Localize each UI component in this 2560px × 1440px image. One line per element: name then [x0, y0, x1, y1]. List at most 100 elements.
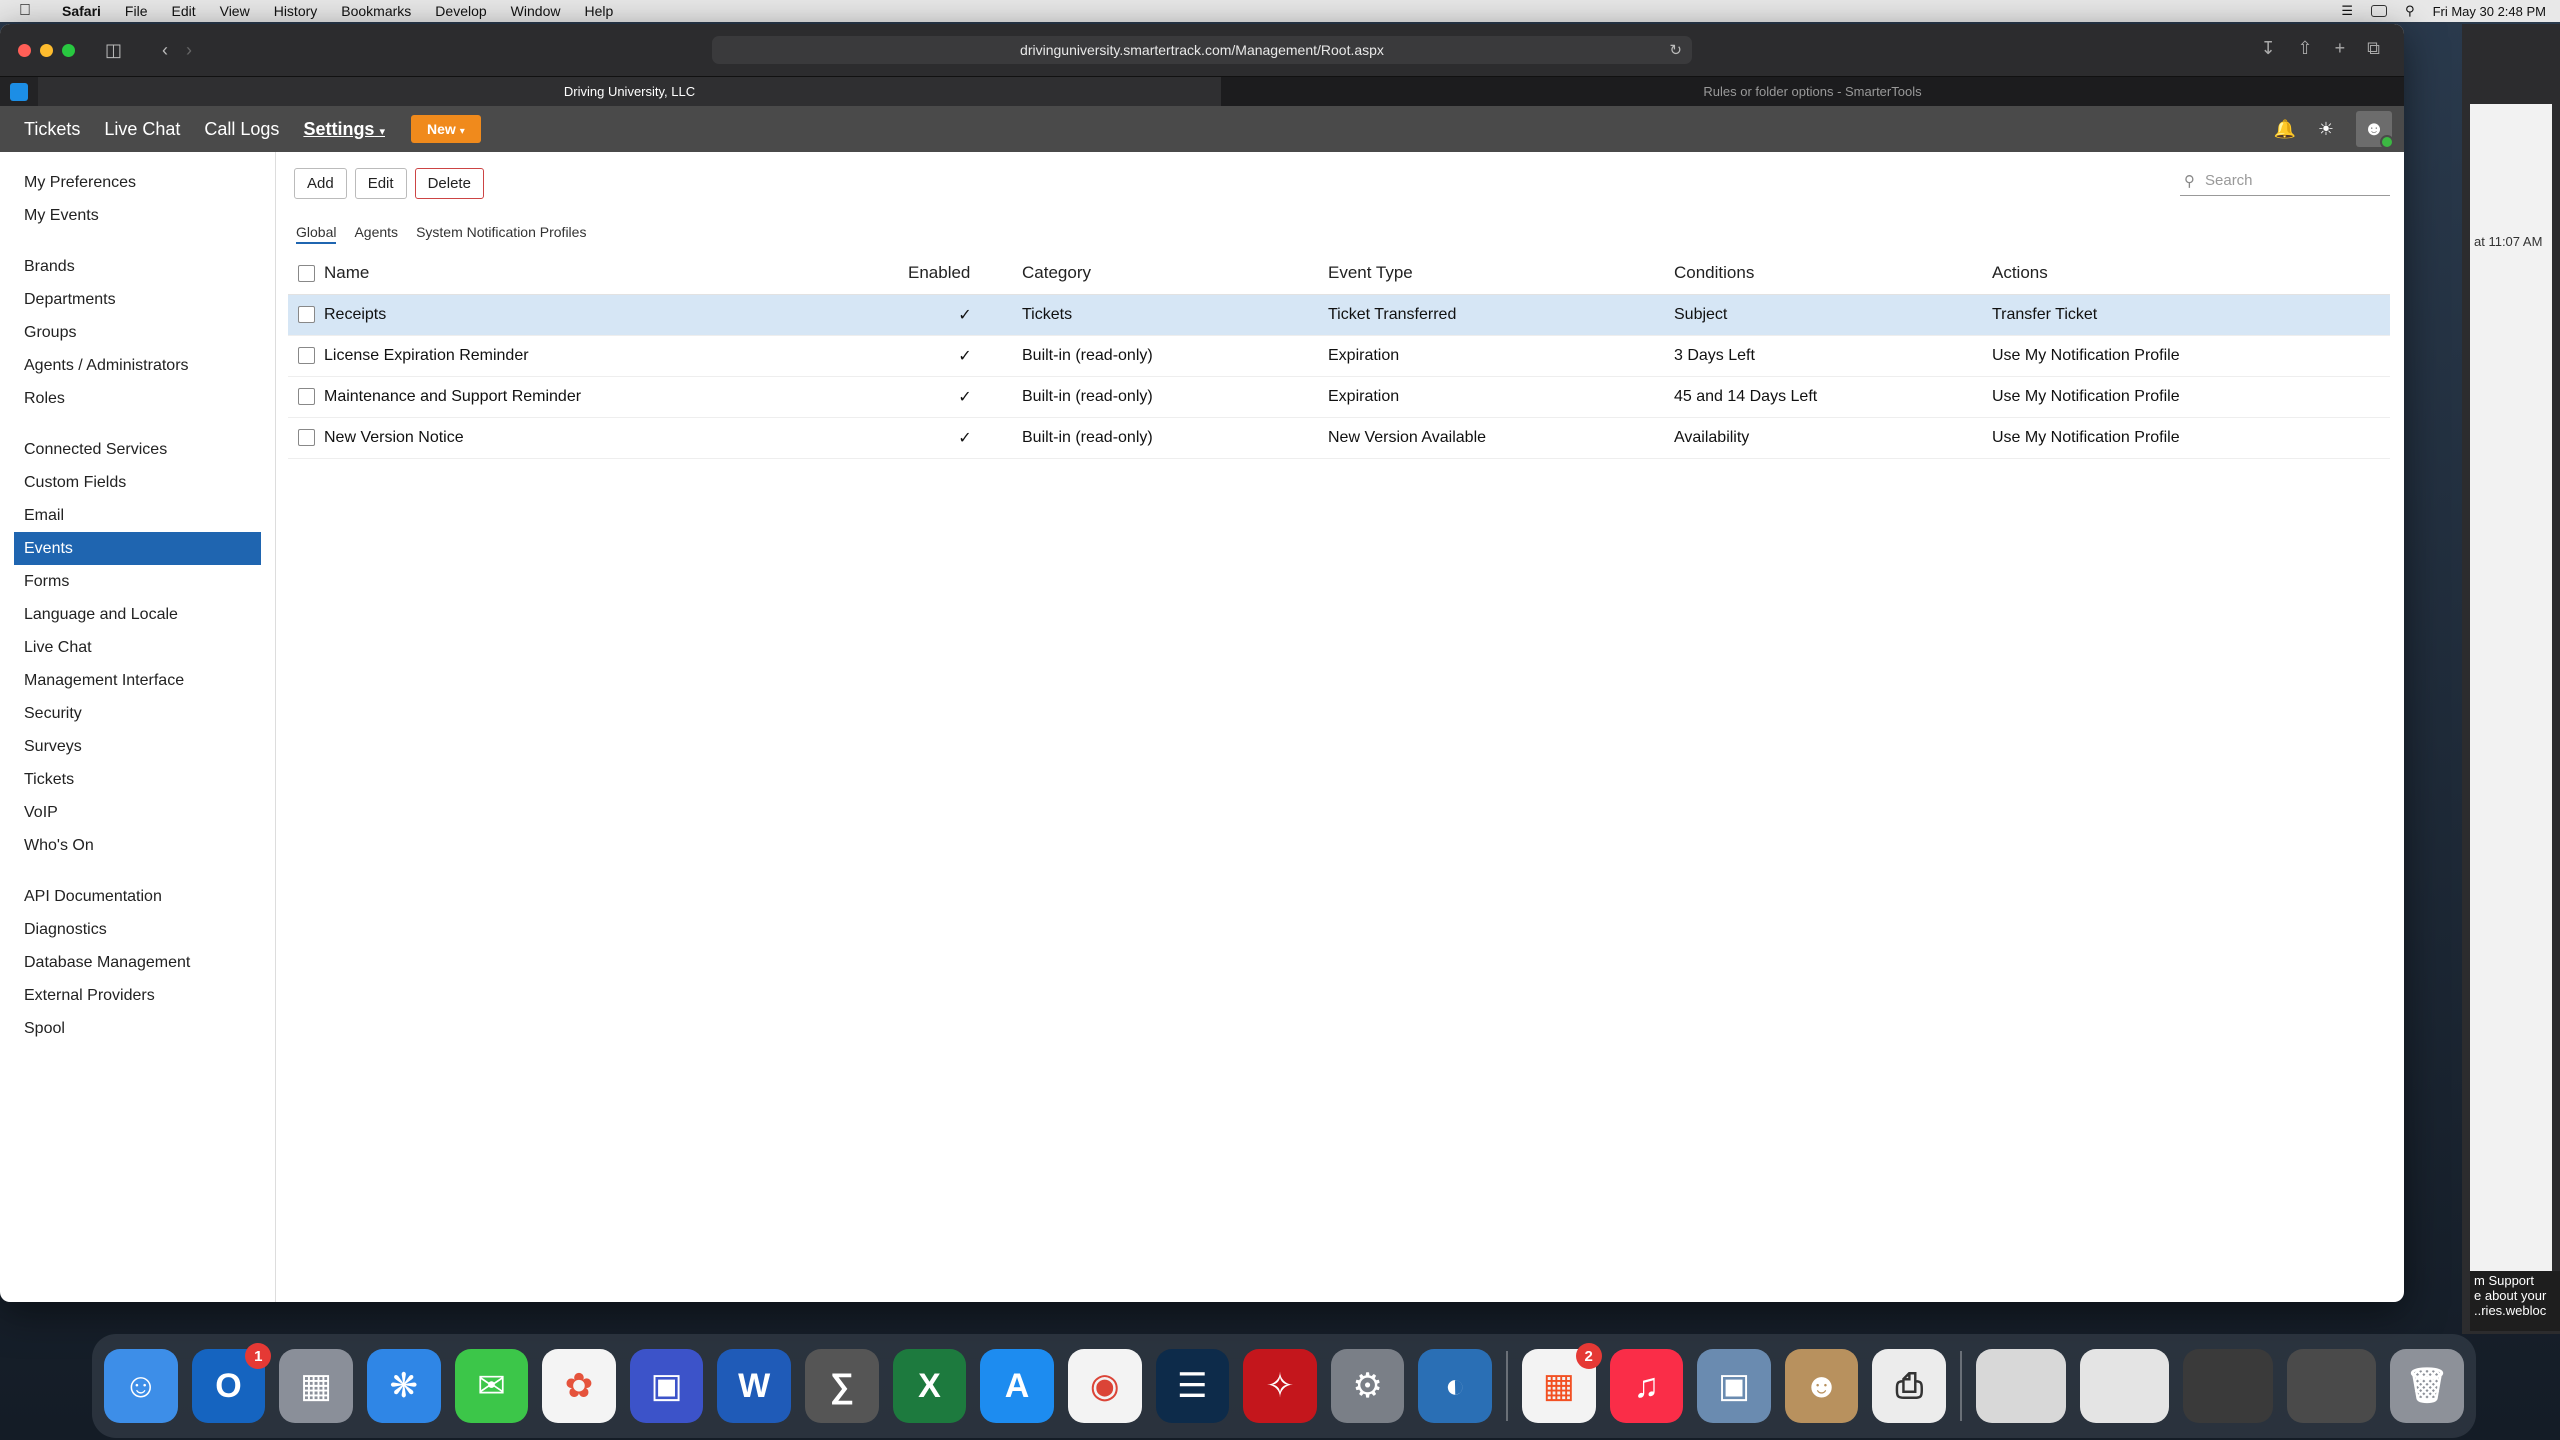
- address-bar[interactable]: drivinguniversity.smartertrack.com/Manag…: [712, 36, 1692, 64]
- app-store-icon[interactable]: A: [980, 1349, 1054, 1423]
- table-row[interactable]: License Expiration Reminder ✓ Built-in (…: [288, 335, 2390, 377]
- col-conditions-header[interactable]: Conditions: [1674, 252, 1992, 295]
- tab-agents[interactable]: Agents: [354, 224, 398, 244]
- sidebar-item-voip[interactable]: VoIP: [0, 796, 261, 829]
- theme-sun-icon[interactable]: ☀: [2318, 119, 2334, 140]
- calculator-icon[interactable]: ∑: [805, 1349, 879, 1423]
- launchpad-icon[interactable]: ▦: [279, 1349, 353, 1423]
- sidebar-item-spool[interactable]: Spool: [0, 1012, 261, 1045]
- sidebar-item-live-chat[interactable]: Live Chat: [0, 631, 261, 664]
- menubar-clock[interactable]: Fri May 30 2:48 PM: [2433, 4, 2546, 19]
- table-row[interactable]: Maintenance and Support Reminder ✓ Built…: [288, 376, 2390, 418]
- outlook-icon[interactable]: O1: [191, 1343, 272, 1423]
- sidebar-item-database-management[interactable]: Database Management: [0, 946, 261, 979]
- minimized-window-thumb-4[interactable]: [2286, 1349, 2377, 1423]
- row-checkbox[interactable]: [298, 305, 315, 323]
- row-checkbox[interactable]: [298, 428, 315, 446]
- sidebar-toggle-icon[interactable]: ◫: [105, 40, 122, 61]
- messages-icon[interactable]: ✉: [454, 1349, 529, 1423]
- apple-menu-icon[interactable]: : [0, 2, 50, 20]
- nav-settings[interactable]: Settings ▾: [291, 119, 397, 140]
- downloads-icon[interactable]: ↧: [2260, 38, 2275, 59]
- forward-arrow-icon[interactable]: ›: [186, 40, 192, 61]
- row-checkbox[interactable]: [298, 387, 315, 405]
- sidebar-item-brands[interactable]: Brands: [0, 250, 261, 283]
- edit-button[interactable]: Edit: [354, 168, 407, 199]
- search-input[interactable]: Search: [2205, 172, 2253, 189]
- vpn-icon[interactable]: ☰: [1155, 1349, 1230, 1423]
- wifi-icon[interactable]: ☰: [2341, 3, 2353, 19]
- sidebar-item-forms[interactable]: Forms: [0, 565, 261, 598]
- sidebar-item-whos-on[interactable]: Who's On: [0, 829, 261, 862]
- acrobat-icon[interactable]: ✧: [1243, 1349, 1317, 1423]
- safari-icon[interactable]: ❋: [366, 1349, 441, 1423]
- sidebar-item-management-interface[interactable]: Management Interface: [0, 664, 261, 697]
- sidebar-item-security[interactable]: Security: [0, 697, 261, 730]
- menu-help[interactable]: Help: [572, 3, 625, 19]
- share-icon[interactable]: ⇧: [2298, 38, 2313, 59]
- network-utility-icon[interactable]: ◐: [1418, 1349, 1492, 1423]
- col-actions-header[interactable]: Actions: [1992, 252, 2390, 295]
- menu-develop[interactable]: Develop: [423, 3, 498, 19]
- sidebar-item-tickets[interactable]: Tickets: [0, 763, 261, 796]
- contacts-icon[interactable]: ☻: [1784, 1349, 1859, 1423]
- sidebar-item-email[interactable]: Email: [0, 499, 261, 532]
- user-avatar[interactable]: ☻: [2356, 111, 2394, 149]
- menu-history[interactable]: History: [262, 3, 330, 19]
- col-category-header[interactable]: Category: [1022, 252, 1328, 295]
- printer-icon[interactable]: ⎙: [1872, 1349, 1947, 1423]
- sidebar-item-api-documentation[interactable]: API Documentation: [0, 880, 261, 913]
- minimized-window-thumb-1[interactable]: [1976, 1349, 2066, 1423]
- nav-live-chat[interactable]: Live Chat: [92, 119, 192, 140]
- search-box[interactable]: ⚲ Search: [2180, 166, 2390, 196]
- menu-app-name[interactable]: Safari: [50, 3, 113, 19]
- sidebar-item-my-events[interactable]: My Events: [0, 199, 261, 232]
- sidebar-item-roles[interactable]: Roles: [0, 382, 261, 415]
- select-all-checkbox[interactable]: [298, 264, 315, 282]
- menu-bookmarks[interactable]: Bookmarks: [329, 3, 423, 19]
- trash-icon[interactable]: 🗑: [2390, 1349, 2464, 1423]
- microsoft-office-icon[interactable]: ▦ 2: [1521, 1343, 1602, 1423]
- col-enabled-header[interactable]: Enabled: [908, 252, 1022, 295]
- sidebar-item-groups[interactable]: Groups: [0, 316, 261, 349]
- system-settings-icon[interactable]: ⚙: [1330, 1349, 1405, 1423]
- menu-file[interactable]: File: [113, 3, 160, 19]
- sidebar-item-agents-administrators[interactable]: Agents / Administrators: [0, 349, 261, 382]
- minimized-window-thumb-2[interactable]: [2079, 1349, 2170, 1423]
- new-button[interactable]: New ▾: [411, 115, 481, 143]
- sidebar-item-external-providers[interactable]: External Providers: [0, 979, 261, 1012]
- sidebar-item-my-preferences[interactable]: My Preferences: [0, 166, 261, 199]
- excel-icon[interactable]: X: [892, 1349, 967, 1423]
- back-arrow-icon[interactable]: ‹: [162, 40, 168, 61]
- minimize-window-button[interactable]: [40, 43, 53, 57]
- tab-system-notification-profiles[interactable]: System Notification Profiles: [416, 224, 586, 244]
- sidebar-item-departments[interactable]: Departments: [0, 283, 261, 316]
- music-icon[interactable]: ♫: [1609, 1349, 1684, 1423]
- spotlight-icon[interactable]: ⚲: [2405, 3, 2415, 19]
- minimized-window-thumb-3[interactable]: [2183, 1349, 2273, 1423]
- photos-icon[interactable]: ✿: [542, 1349, 616, 1423]
- chrome-icon[interactable]: ◉: [1067, 1349, 1142, 1423]
- nav-call-logs[interactable]: Call Logs: [192, 119, 291, 140]
- tab-global[interactable]: Global: [296, 224, 337, 244]
- sidebar-item-connected-services[interactable]: Connected Services: [0, 433, 261, 466]
- close-window-button[interactable]: [18, 43, 31, 57]
- table-row[interactable]: Receipts ✓ Tickets Ticket Transferred Su…: [288, 294, 2390, 336]
- pinned-tab-icon[interactable]: [10, 82, 28, 101]
- menu-edit[interactable]: Edit: [159, 3, 207, 19]
- new-tab-icon[interactable]: +: [2335, 38, 2346, 59]
- menu-view[interactable]: View: [208, 3, 262, 19]
- reload-icon[interactable]: ↻: [1669, 41, 1682, 59]
- tab-rules-folder-options[interactable]: Rules or folder options - SmarterTools: [1221, 76, 2404, 107]
- sidebar-item-surveys[interactable]: Surveys: [0, 730, 261, 763]
- tab-driving-university[interactable]: Driving University, LLC: [38, 76, 1221, 107]
- nav-tickets[interactable]: Tickets: [0, 119, 92, 140]
- col-name-header[interactable]: Name: [324, 252, 908, 295]
- col-event-type-header[interactable]: Event Type: [1328, 252, 1674, 295]
- delete-button[interactable]: Delete: [414, 168, 484, 199]
- sidebar-item-custom-fields[interactable]: Custom Fields: [0, 466, 261, 499]
- word-icon[interactable]: W: [717, 1349, 791, 1423]
- menu-window[interactable]: Window: [499, 3, 573, 19]
- preview-icon[interactable]: ▣: [629, 1349, 704, 1423]
- tab-overview-icon[interactable]: ⧉: [2367, 38, 2380, 59]
